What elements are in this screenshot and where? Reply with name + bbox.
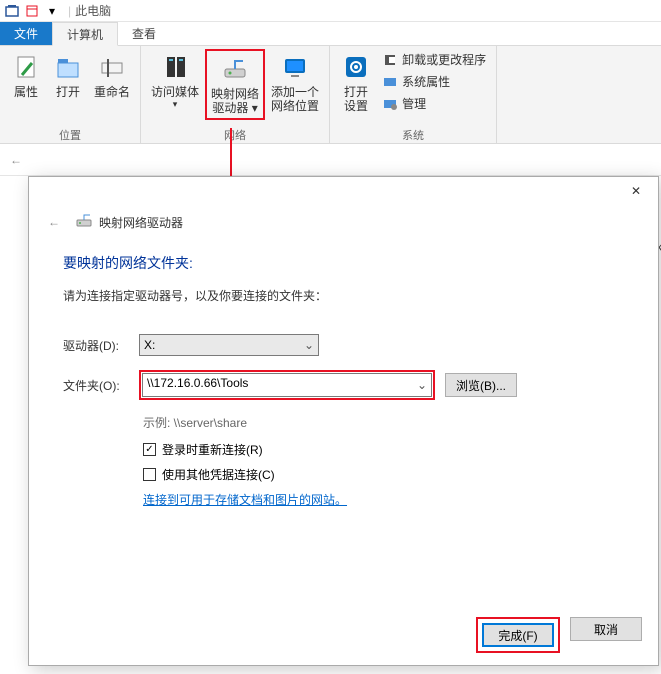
titlebar: ▾ | 此电脑 (0, 0, 661, 22)
drive-combo[interactable]: X: ⌄ (139, 334, 319, 356)
open-settings-button[interactable]: 打开 设置 (336, 49, 376, 116)
qat-properties-icon[interactable] (24, 3, 40, 19)
add-network-location-button[interactable]: 添加一个 网络位置 (267, 49, 323, 116)
open-icon (52, 51, 84, 83)
map-drive-highlight: 映射网络 驱动器 ▾ (205, 49, 265, 120)
drive-value: X: (144, 338, 155, 352)
tab-computer[interactable]: 计算机 (52, 22, 118, 46)
dialog-heading: 要映射的网络文件夹: (63, 253, 624, 273)
ribbon-group-location: 属性 打开 重命名 位置 (0, 46, 141, 143)
system-props-icon (382, 74, 398, 90)
rename-icon (96, 51, 128, 83)
dialog-back-button[interactable]: ← (43, 211, 65, 233)
nav-area: ← (0, 144, 661, 176)
monitor-network-icon (279, 51, 311, 83)
manage-icon (382, 96, 398, 112)
other-creds-label: 使用其他凭据连接(C) (162, 466, 275, 483)
tab-view[interactable]: 查看 (118, 22, 170, 45)
window-title: 此电脑 (75, 2, 111, 19)
dialog-title: 映射网络驱动器 (99, 214, 183, 231)
example-text: 示例: \\server\share (143, 414, 624, 431)
folder-text-field[interactable] (147, 376, 411, 390)
other-creds-checkbox[interactable] (143, 468, 156, 481)
uninstall-icon (382, 52, 398, 68)
storage-website-link[interactable]: 连接到可用于存储文档和图片的网站。 (143, 491, 624, 508)
map-drive-dialog: ✕ ← 映射网络驱动器 要映射的网络文件夹: 请为连接指定驱动器号，以及你要连接… (28, 176, 659, 666)
open-button[interactable]: 打开 (48, 49, 88, 101)
folder-input-highlight: ⌄ (139, 370, 435, 400)
finish-highlight: 完成(F) (476, 617, 560, 653)
chevron-down-icon: ⌄ (304, 338, 314, 352)
qat-icon[interactable] (4, 3, 20, 19)
cancel-button[interactable]: 取消 (570, 617, 642, 641)
tab-file[interactable]: 文件 (0, 22, 52, 45)
rename-button[interactable]: 重命名 (90, 49, 134, 101)
network-drive-icon (75, 212, 93, 233)
properties-button[interactable]: 属性 (6, 49, 46, 101)
uninstall-programs-button[interactable]: 卸载或更改程序 (378, 49, 490, 70)
group-label-location: 位置 (6, 127, 134, 142)
browse-button[interactable]: 浏览(B)... (445, 373, 517, 397)
finish-button[interactable]: 完成(F) (482, 623, 554, 647)
settings-gear-icon (340, 51, 372, 83)
ribbon-tabs: 文件 计算机 查看 (0, 22, 661, 46)
ribbon-group-network: 访问媒体 ▾ 映射网络 驱动器 ▾ 添加一个 网络位置 网络 (141, 46, 330, 143)
properties-icon (10, 51, 42, 83)
separator: | (68, 4, 71, 18)
manage-button[interactable]: 管理 (378, 93, 490, 114)
server-icon (159, 51, 191, 83)
folder-label: 文件夹(O): (63, 377, 129, 394)
nav-back-icon[interactable]: ← (6, 150, 26, 170)
reconnect-checkbox[interactable]: ✓ (143, 443, 156, 456)
drive-label: 驱动器(D): (63, 337, 129, 354)
folder-input[interactable]: ⌄ (142, 373, 432, 397)
group-label-system: 系统 (336, 127, 490, 142)
dialog-subtext: 请为连接指定驱动器号，以及你要连接的文件夹： (63, 287, 624, 304)
reconnect-label: 登录时重新连接(R) (162, 441, 263, 458)
access-media-button[interactable]: 访问媒体 ▾ (147, 49, 203, 112)
close-button[interactable]: ✕ (622, 181, 650, 201)
ribbon: 属性 打开 重命名 位置 访问媒体 ▾ 映射网络 (0, 46, 661, 144)
chevron-down-icon: ⌄ (417, 378, 427, 392)
qat-dropdown-icon[interactable]: ▾ (44, 3, 60, 19)
ribbon-group-system: 打开 设置 卸载或更改程序 系统属性 管理 系统 (330, 46, 497, 143)
group-label-network: 网络 (147, 127, 323, 142)
map-network-drive-button[interactable]: 映射网络 驱动器 ▾ (207, 51, 263, 118)
system-properties-button[interactable]: 系统属性 (378, 71, 490, 92)
network-drive-icon (219, 53, 251, 85)
